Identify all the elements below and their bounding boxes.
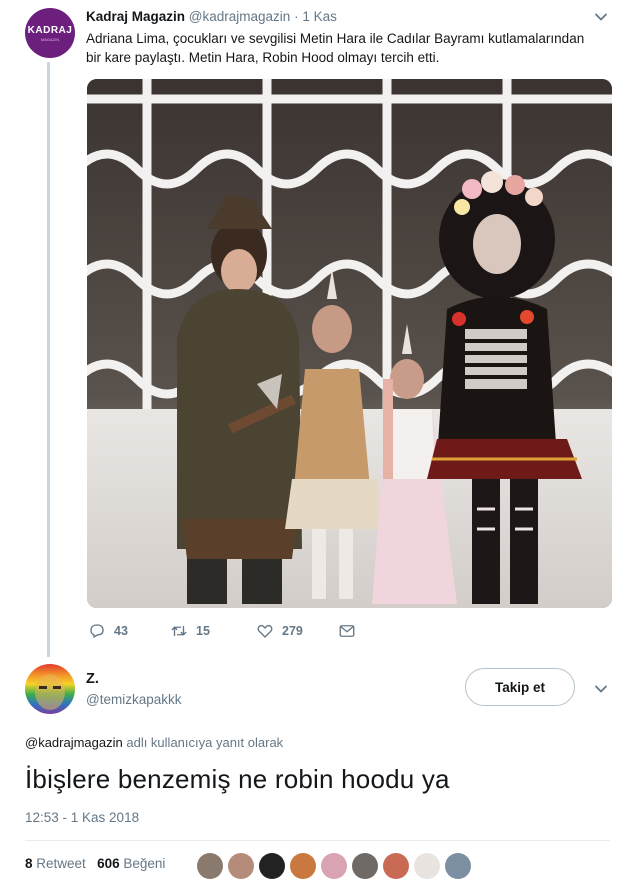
message-icon (339, 625, 355, 637)
liker-avatar[interactable] (259, 853, 285, 879)
retweet-stat-count: 8 (25, 856, 33, 871)
message-action[interactable] (338, 622, 364, 640)
like-action[interactable]: 279 (256, 622, 303, 640)
kadraj-avatar[interactable]: KADRAJ MAGAZIN (25, 8, 75, 58)
follow-button[interactable]: Takip et (465, 668, 575, 706)
reply-context-mention[interactable]: @kadrajmagazin (25, 735, 123, 750)
reply-count: 43 (114, 624, 128, 638)
chevron-down-icon[interactable] (594, 682, 608, 696)
quoted-tweet-time[interactable]: 1 Kas (302, 9, 337, 24)
reply-icon (90, 624, 104, 638)
liker-avatar[interactable] (197, 853, 223, 879)
reply-timestamp[interactable]: 12:53 - 1 Kas 2018 (25, 810, 139, 825)
retweet-stat-label: Retweet (32, 856, 86, 871)
divider (25, 840, 610, 841)
liker-avatar[interactable] (414, 853, 440, 879)
retweet-action[interactable]: 15 (170, 622, 210, 640)
liker-avatar[interactable] (290, 853, 316, 879)
like-icon (257, 624, 273, 638)
liker-avatar[interactable] (445, 853, 471, 879)
liker-avatars (197, 853, 476, 879)
tweet-photo[interactable] (87, 79, 612, 608)
liker-avatar[interactable] (228, 853, 254, 879)
halloween-family-photo (87, 79, 612, 608)
like-count: 279 (282, 624, 303, 638)
chevron-down-icon[interactable] (594, 10, 608, 24)
reply-context-suffix: adlı kullanıcıya yanıt olarak (122, 735, 284, 750)
rainbow-face-avatar-image (25, 664, 75, 714)
quoted-author-handle[interactable]: @kadrajmagazin (189, 9, 291, 24)
reply-action[interactable]: 43 (88, 622, 128, 640)
liker-avatar[interactable] (321, 853, 347, 879)
reply-tweet-text: İbişlere benzemiş ne robin hoodu ya (25, 764, 450, 794)
kadraj-logo-sub: MAGAZIN (40, 36, 60, 42)
quoted-author-name[interactable]: Kadraj Magazin (86, 9, 185, 24)
reply-author-name[interactable]: Z. (86, 671, 99, 687)
liker-avatar[interactable] (383, 853, 409, 879)
retweet-icon (171, 625, 187, 637)
header-separator: · (294, 9, 299, 24)
quoted-tweet-text: Adriana Lima, çocukları ve sevgilisi Met… (86, 31, 585, 65)
like-stat-count: 606 (97, 856, 120, 871)
reply-author-handle[interactable]: @temizkapakkk (86, 692, 181, 707)
kadraj-logo: KADRAJ (27, 24, 73, 36)
liker-avatar[interactable] (352, 853, 378, 879)
like-stat[interactable]: 606 Beğeni (97, 856, 165, 871)
thread-connector-line (47, 62, 50, 657)
reply-context: @kadrajmagazin adlı kullanıcıya yanıt ol… (25, 735, 283, 750)
quoted-tweet-header: Kadraj Magazin @kadrajmagazin · 1 Kas (86, 9, 337, 24)
user-avatar[interactable] (25, 664, 75, 714)
retweet-stat[interactable]: 8 Retweet (25, 856, 86, 871)
retweet-count: 15 (196, 624, 210, 638)
like-stat-label: Beğeni (119, 856, 166, 871)
engagement-stats: 8 Retweet 606 Beğeni (25, 856, 165, 871)
